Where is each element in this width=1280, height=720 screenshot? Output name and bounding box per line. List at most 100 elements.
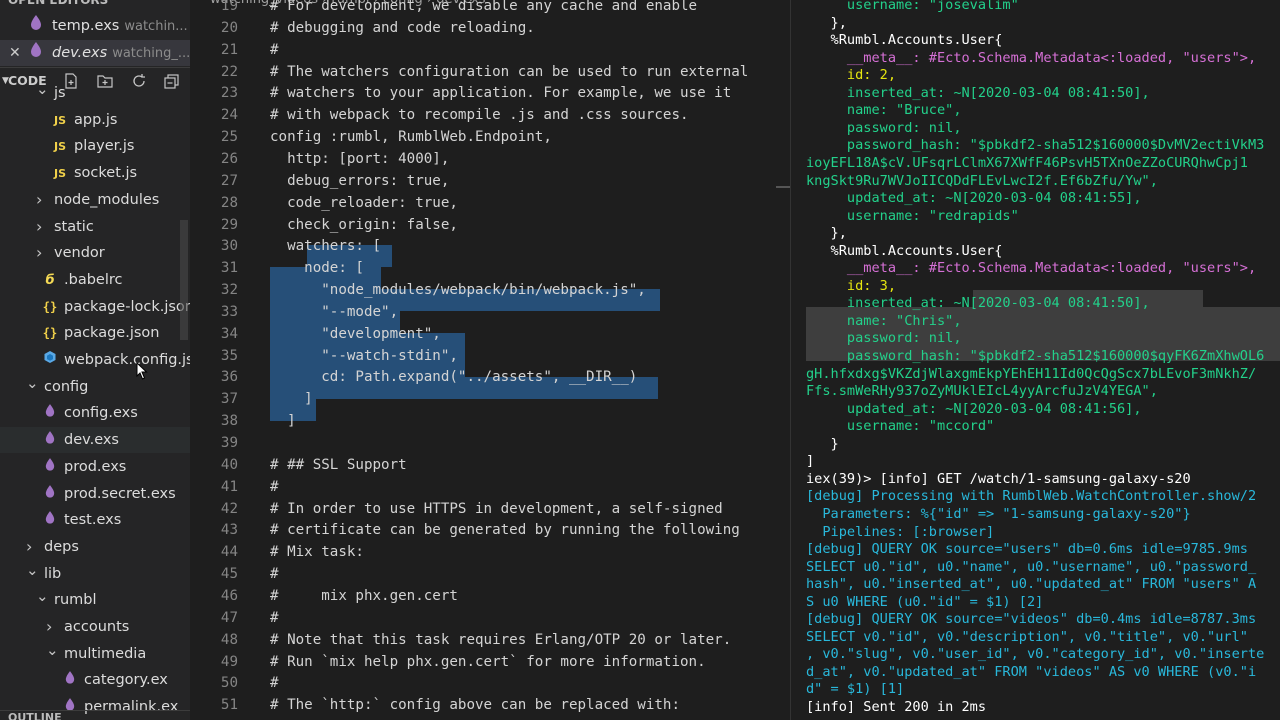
code-line[interactable]: 42 # In order to use HTTPS in development… bbox=[190, 498, 790, 520]
code-line[interactable]: 43 # certificate can be generated by runn… bbox=[190, 519, 790, 541]
code-line[interactable]: 41 # bbox=[190, 476, 790, 498]
outline-header[interactable]: OUTLINE bbox=[0, 710, 190, 720]
code-text: # ## SSL Support bbox=[270, 456, 407, 473]
line-number: 45 bbox=[220, 566, 238, 583]
code-line[interactable]: 23 # watchers to your application. For ex… bbox=[190, 82, 790, 104]
tree-item[interactable]: JS player.js bbox=[0, 133, 190, 159]
close-icon[interactable]: ✕ bbox=[9, 40, 21, 66]
code-line[interactable]: 32 "node_modules/webpack/bin/webpack.js"… bbox=[190, 279, 790, 301]
tree-item[interactable]: test.exs bbox=[0, 507, 190, 533]
terminal-line: [debug] QUERY OK source="videos" db=0.4m… bbox=[806, 611, 1257, 628]
code-line[interactable]: 44 # Mix task: bbox=[190, 541, 790, 563]
tree-item[interactable]: ⌄ rumbl bbox=[0, 587, 190, 613]
tree-item-label: prod.secret.exs bbox=[64, 485, 176, 502]
chevron-right-icon[interactable]: › bbox=[36, 240, 42, 266]
code-line[interactable]: 45 # bbox=[190, 563, 790, 585]
tree-item[interactable]: {} package-lock.json bbox=[0, 294, 190, 320]
tree-item[interactable]: {} package.json bbox=[0, 320, 190, 346]
tree-item[interactable]: › deps bbox=[0, 534, 190, 560]
open-editor-name: temp.exs bbox=[52, 18, 120, 34]
elixir-file-icon bbox=[42, 427, 58, 453]
tree-item[interactable]: dev.exs bbox=[0, 427, 190, 454]
tree-item-label: config bbox=[44, 378, 89, 395]
code-line[interactable]: 27 debug_errors: true, bbox=[190, 170, 790, 192]
terminal-line: Pipelines: [:browser] bbox=[806, 523, 995, 540]
tree-item[interactable]: JS socket.js bbox=[0, 160, 190, 186]
code-line[interactable]: 26 http: [port: 4000], bbox=[190, 148, 790, 170]
code-line[interactable]: 22 # The watchers configuration can be us… bbox=[190, 61, 790, 83]
code-line[interactable]: 46 # mix phx.gen.cert bbox=[190, 585, 790, 607]
code-line[interactable]: 31 node: [ bbox=[190, 257, 790, 279]
code-line[interactable]: 20 # debugging and code reloading. bbox=[190, 17, 790, 39]
chevron-down-icon[interactable]: ⌄ bbox=[26, 561, 39, 583]
code-line[interactable]: 25 config :rumbl, RumblWeb.Endpoint, bbox=[190, 126, 790, 148]
tree-item[interactable]: › static bbox=[0, 214, 190, 240]
code-text: debug_errors: true, bbox=[270, 172, 450, 189]
chevron-down-icon[interactable]: ⌄ bbox=[26, 374, 39, 396]
code-text: config :rumbl, RumblWeb.Endpoint, bbox=[270, 129, 552, 146]
code-text: # For development, we disable any cache … bbox=[270, 0, 698, 14]
code-line[interactable]: 38 ] bbox=[190, 410, 790, 432]
terminal-line: password: nil, bbox=[806, 119, 962, 136]
chevron-down-icon[interactable]: ⌄ bbox=[46, 641, 59, 663]
terminal-line: ioyEFL18A$cV.UFsqrLClmX67XWfF46PsvH5TXnO… bbox=[806, 154, 1248, 171]
open-editor-temp[interactable]: temp.exs watchin... bbox=[0, 13, 190, 39]
terminal-line: name: "Bruce", bbox=[806, 102, 962, 119]
open-editor-dev[interactable]: ✕ dev.exs watching_... bbox=[0, 40, 190, 66]
tree-item[interactable]: category.ex bbox=[0, 667, 190, 693]
tree-item[interactable]: › vendor bbox=[0, 240, 190, 266]
code-line[interactable]: 34 "development", bbox=[190, 323, 790, 345]
chevron-right-icon[interactable]: › bbox=[46, 614, 52, 640]
open-editor-desc: watching_... bbox=[112, 46, 190, 61]
tree-item[interactable]: › node_modules bbox=[0, 187, 190, 213]
open-editors-header[interactable]: OPEN EDITORS bbox=[0, 0, 190, 10]
tree-item[interactable]: ⌄ lib bbox=[0, 561, 190, 587]
code-text: # Run `mix help phx.gen.cert` for more i… bbox=[270, 653, 706, 670]
code-line[interactable]: 51 # The `http:` config above can be repl… bbox=[190, 694, 790, 716]
terminal-line: S u0 WHERE (u0."id" = $1) [2] bbox=[806, 593, 1044, 610]
terminal-line: [debug] QUERY OK source="users" db=0.6ms… bbox=[806, 541, 1248, 558]
code-line[interactable]: 36 cd: Path.expand("../assets", __DIR__) bbox=[190, 366, 790, 388]
terminal-line: %Rumbl.Accounts.User{ bbox=[806, 32, 1003, 49]
terminal-line: } bbox=[806, 435, 839, 452]
chevron-right-icon[interactable]: › bbox=[26, 534, 32, 560]
tree-item[interactable]: › accounts bbox=[0, 614, 190, 640]
code-line[interactable]: 50 # bbox=[190, 672, 790, 694]
code-line[interactable]: 35 "--watch-stdin", bbox=[190, 345, 790, 367]
code-line[interactable]: 49 # Run `mix help phx.gen.cert` for more… bbox=[190, 651, 790, 673]
line-number: 43 bbox=[220, 522, 238, 539]
chevron-down-icon[interactable]: ⌄ bbox=[36, 80, 49, 102]
chevron-right-icon[interactable]: › bbox=[36, 214, 42, 240]
terminal-line: inserted_at: ~N[2020-03-04 08:41:50], bbox=[806, 84, 1150, 101]
code-line[interactable]: 48 # Note that this task requires Erlang/… bbox=[190, 629, 790, 651]
code-line[interactable]: 19 # For development, we disable any cach… bbox=[190, 0, 790, 17]
tree-item[interactable]: ⌄ js bbox=[0, 80, 190, 106]
terminal-panel[interactable]: username: "josevalim" }, %Rumbl.Accounts… bbox=[790, 0, 1280, 720]
tree-item-label: vendor bbox=[54, 245, 105, 262]
tree-item[interactable]: ⌄ config bbox=[0, 374, 190, 400]
chevron-right-icon[interactable]: › bbox=[36, 187, 42, 213]
line-number: 34 bbox=[220, 325, 238, 342]
tree-item[interactable]: prod.exs bbox=[0, 454, 190, 480]
tree-item[interactable]: prod.secret.exs bbox=[0, 481, 190, 507]
tree-item[interactable]: config.exs bbox=[0, 400, 190, 426]
code-line[interactable]: 39 bbox=[190, 432, 790, 454]
chevron-down-icon[interactable]: ⌄ bbox=[36, 587, 49, 609]
code-editor[interactable]: watching_videos › rumbl › config › dev.e… bbox=[190, 0, 790, 720]
code-line[interactable]: 24 # with webpack to recompile .js and .c… bbox=[190, 104, 790, 126]
tree-item[interactable]: webpack.config.js bbox=[0, 347, 190, 373]
code-line[interactable]: 37 ] bbox=[190, 388, 790, 410]
code-line[interactable]: 40 # ## SSL Support bbox=[190, 454, 790, 476]
code-line[interactable]: 30 watchers: [ bbox=[190, 235, 790, 257]
code-line[interactable]: 29 check_origin: false, bbox=[190, 214, 790, 236]
babel-file-icon: б bbox=[45, 272, 55, 288]
code-line[interactable]: 47 # bbox=[190, 607, 790, 629]
tree-item[interactable]: ⌄ multimedia bbox=[0, 641, 190, 667]
code-text: # certificate can be generated by runnin… bbox=[270, 522, 740, 539]
code-line[interactable]: 28 code_reloader: true, bbox=[190, 192, 790, 214]
code-line[interactable]: 33 "--mode", bbox=[190, 301, 790, 323]
tree-item[interactable]: б .babelrc bbox=[0, 267, 190, 293]
tree-item[interactable]: JS app.js bbox=[0, 107, 190, 133]
code-line[interactable]: 21 # bbox=[190, 39, 790, 61]
sidebar-scrollbar[interactable] bbox=[180, 220, 188, 340]
